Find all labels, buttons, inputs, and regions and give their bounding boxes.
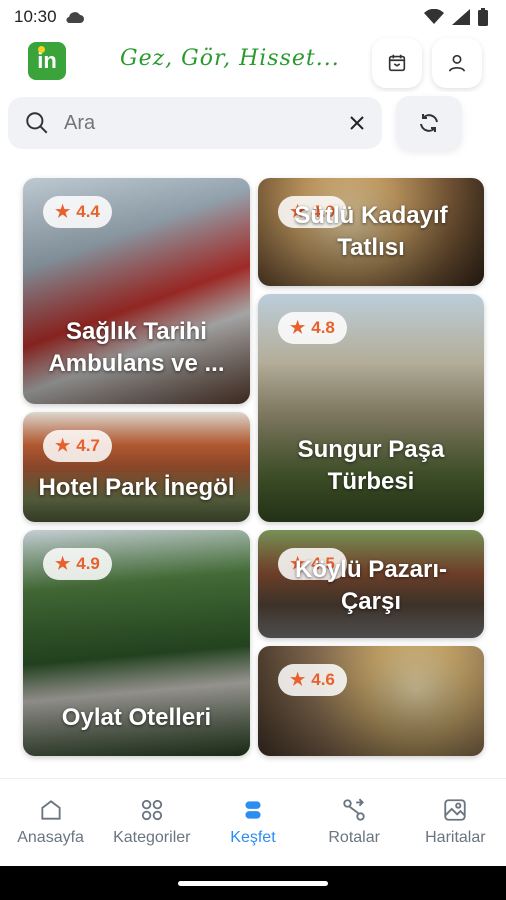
- discover-icon: [245, 801, 261, 819]
- home-icon: [41, 800, 61, 820]
- status-bar: 10:30: [0, 0, 506, 34]
- nav-routes-label: Rotalar: [328, 829, 380, 846]
- calendar-button[interactable]: [372, 38, 422, 88]
- home-indicator[interactable]: [178, 881, 328, 886]
- card-title: Sungur Paşa Türbesi: [297, 436, 445, 496]
- nav-home[interactable]: Anasayfa: [1, 797, 101, 847]
- search-row: [0, 92, 506, 154]
- place-card[interactable]: ★ 4.6: [258, 646, 484, 756]
- rating-value: 4.7: [76, 436, 100, 455]
- rating-value: 4.9: [76, 554, 100, 573]
- map-icon: [444, 799, 467, 821]
- user-icon: [448, 54, 466, 72]
- rating-badge: ★ 4.7: [43, 430, 112, 462]
- place-card[interactable]: ★ 4.5 Köylü Pazarı-Çarşı: [258, 530, 484, 638]
- rating-badge: ★ 4.6: [278, 664, 347, 696]
- app-header: in Gez, Gör, Hisset...: [0, 34, 506, 92]
- app-logo[interactable]: in: [28, 42, 66, 80]
- grid-icon: [141, 799, 162, 821]
- signal-icon: [452, 9, 470, 25]
- place-card[interactable]: ★ 4.7 Hotel Park İnegöl: [23, 412, 250, 522]
- calendar-icon: [388, 54, 406, 72]
- search-icon: [26, 112, 48, 134]
- profile-button[interactable]: [432, 38, 482, 88]
- star-icon: ★: [290, 318, 306, 337]
- refresh-icon: [420, 114, 438, 132]
- star-icon: ★: [55, 202, 71, 221]
- star-icon: ★: [290, 670, 306, 689]
- star-icon: ★: [55, 554, 71, 573]
- card-title: Sağlık Tarihi Ambulans ve ...: [48, 318, 225, 378]
- nav-discover[interactable]: Keşfet: [203, 797, 303, 847]
- rating-badge: ★ 4.9: [43, 548, 112, 580]
- battery-icon: [478, 8, 488, 26]
- card-title: Hotel Park İnegöl: [38, 474, 235, 501]
- place-card[interactable]: ★ 4.8 Sungur Paşa Türbesi: [258, 294, 484, 522]
- rating-value: 4.6: [311, 670, 335, 689]
- star-icon: ★: [55, 436, 71, 455]
- card-title: Köylü Pazarı-Çarşı: [294, 556, 448, 616]
- rating-value: 4.4: [76, 202, 100, 221]
- search-bar: [8, 97, 382, 149]
- rating-badge: ★ 4.4: [43, 196, 112, 228]
- rating-badge: ★ 4.8: [278, 312, 347, 344]
- place-card[interactable]: ★ 4.4 Sağlık Tarihi Ambulans ve ...: [23, 178, 250, 404]
- route-icon: [343, 798, 365, 821]
- refresh-button[interactable]: [396, 96, 462, 150]
- slogan: Gez, Gör, Hisset...: [120, 46, 340, 71]
- rating-value: 4.8: [311, 318, 335, 337]
- system-nav-bar: [0, 866, 506, 900]
- nav-home-label: Anasayfa: [17, 829, 84, 846]
- search-input[interactable]: [64, 111, 348, 135]
- nav-categories[interactable]: Kategoriler: [102, 797, 202, 847]
- place-card[interactable]: ★ 4.0 Sütlü Kadayıf Tatlısı: [258, 178, 484, 286]
- place-card[interactable]: ★ 4.9 Oylat Otelleri: [23, 530, 250, 756]
- card-title: Sütlü Kadayıf Tatlısı: [294, 202, 448, 262]
- bottom-nav: Anasayfa Kategoriler Keşfet Rotalar Hari…: [0, 778, 506, 866]
- nav-categories-label: Kategoriler: [113, 829, 191, 846]
- wifi-icon: [424, 9, 444, 24]
- nav-routes[interactable]: Rotalar: [304, 797, 404, 847]
- card-title: Oylat Otelleri: [61, 704, 212, 731]
- cloud-icon: [66, 12, 84, 24]
- nav-maps-label: Haritalar: [425, 829, 486, 846]
- nav-maps[interactable]: Haritalar: [405, 797, 505, 847]
- nav-discover-label: Keşfet: [230, 829, 276, 846]
- status-time: 10:30: [14, 7, 57, 26]
- clear-icon[interactable]: [348, 114, 366, 132]
